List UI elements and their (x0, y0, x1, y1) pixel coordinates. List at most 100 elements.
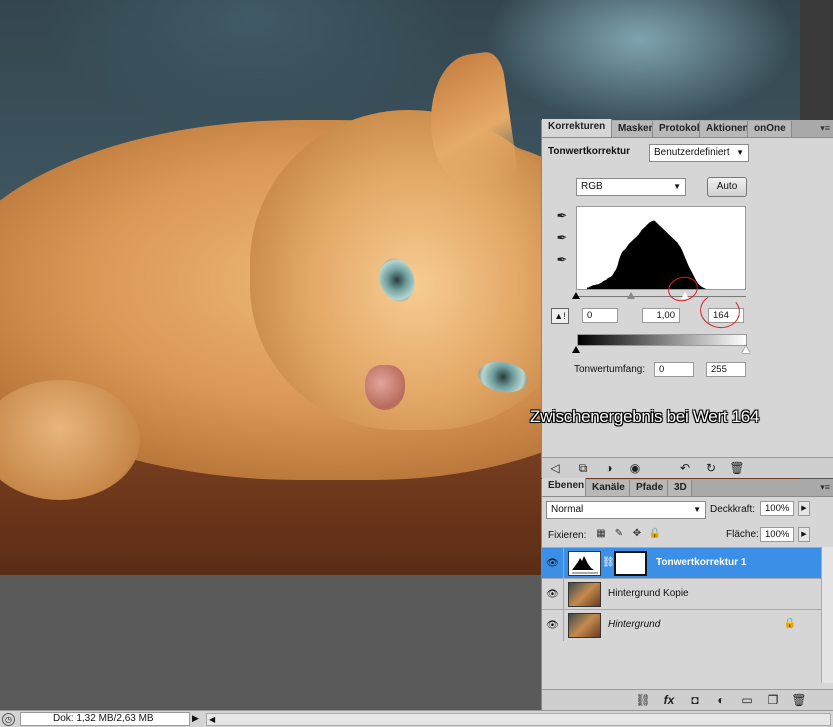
auto-button[interactable]: Auto (707, 177, 747, 197)
channel-select[interactable]: RGB ▼ (576, 178, 686, 196)
fill-field[interactable]: 100% (760, 527, 794, 542)
eye-icon[interactable]: 👁 (542, 548, 564, 579)
chevron-down-icon: ▼ (673, 182, 681, 191)
preset-select[interactable]: Benutzerdefiniert ▼ (649, 144, 749, 162)
fill-arrow-icon[interactable]: ▶ (798, 527, 810, 542)
lock-label: Fixieren: (548, 530, 587, 541)
adjustments-panel: Korrekturen Masken Protokoll Aktionen on… (530, 119, 833, 478)
output-black-field[interactable]: 0 (654, 362, 694, 377)
clipping-warning-icon[interactable]: ▲! (551, 308, 569, 324)
tab-kanaele[interactable]: Kanäle (586, 480, 630, 496)
layer-row-hintergrund[interactable]: 👁 Hintergrund 🔒 (542, 609, 822, 641)
fx-icon[interactable]: fx (660, 692, 678, 708)
slider-track (576, 296, 746, 297)
expand-view-icon[interactable]: ⧉ (574, 460, 592, 476)
back-arrow-icon[interactable]: ◁ (546, 460, 564, 476)
black-point-handle[interactable] (572, 292, 580, 299)
channel-value: RGB (581, 181, 603, 192)
lock-icon: 🔒 (783, 618, 796, 629)
link-icon[interactable]: ⛓ (602, 557, 615, 568)
output-white-field[interactable]: 255 (706, 362, 746, 377)
eye-icon[interactable]: 👁 (542, 610, 564, 641)
panel-menu-icon[interactable]: ▾≡ (820, 482, 830, 493)
adjustment-layer-icon[interactable]: ◐ (712, 692, 730, 708)
opacity-label: Deckkraft: (710, 504, 756, 515)
adjustment-title: Tonwertkorrektur (548, 146, 631, 157)
photo-thumbnail (568, 613, 601, 638)
output-black-handle[interactable] (572, 346, 580, 353)
levels-histogram-icon (572, 556, 598, 574)
chevron-down-icon: ▼ (736, 148, 744, 157)
layers-toolbar: ⛓ fx ◘ ◐ ▭ ❐ 🗑 (542, 689, 833, 710)
lock-all-icon[interactable]: 🔒 (648, 527, 662, 541)
scroll-left-icon[interactable]: ◀ (209, 714, 215, 725)
gray-eyedropper-icon[interactable]: ✒ (554, 230, 570, 246)
horizontal-scrollbar[interactable]: ◀ (206, 713, 831, 726)
output-levels-label: Tonwertumfang: (574, 364, 646, 375)
levels-thumbnail-icon (568, 551, 601, 576)
black-eyedropper-icon[interactable]: ✒ (554, 208, 570, 224)
output-white-handle[interactable] (742, 346, 750, 353)
tab-pfade[interactable]: Pfade (630, 480, 668, 496)
adjustments-toolbar: ◁ ⧉ ◑ ◉ ↶ ↻ 🗑 (542, 457, 833, 478)
tab-3d[interactable]: 3D (668, 480, 692, 496)
output-gradient (577, 334, 747, 346)
histogram (576, 206, 746, 290)
panel-menu-icon[interactable]: ▾≡ (820, 123, 830, 134)
tab-protokoll[interactable]: Protokoll (653, 121, 700, 137)
clip-to-layer-icon[interactable]: ◑ (600, 460, 618, 476)
document-info[interactable]: Dok: 1,32 MB/2,63 MB (20, 712, 190, 726)
tab-onone[interactable]: onOne (748, 121, 792, 137)
input-white-field[interactable]: 164 (708, 308, 744, 323)
lock-transparent-icon[interactable]: ▦ (594, 527, 608, 541)
output-levels-slider[interactable] (572, 346, 750, 356)
lock-move-icon[interactable]: ✥ (630, 527, 644, 541)
chevron-down-icon: ▼ (693, 505, 701, 514)
preset-value: Benutzerdefiniert (654, 147, 730, 158)
trash-icon[interactable]: 🗑 (790, 692, 808, 708)
tab-ebenen[interactable]: Ebenen (542, 478, 586, 496)
photo-cat-nose (365, 365, 405, 410)
opacity-arrow-icon[interactable]: ▶ (798, 501, 810, 516)
status-menu-arrow-icon[interactable]: ▶ (192, 713, 199, 724)
photoshop-window: Korrekturen Masken Protokoll Aktionen on… (0, 0, 833, 727)
status-bar: ◷ Dok: 1,32 MB/2,63 MB ▶ ◀ (0, 710, 833, 727)
layer-mask-thumbnail[interactable] (614, 551, 647, 576)
opacity-field[interactable]: 100% (760, 501, 794, 516)
tab-korrekturen[interactable]: Korrekturen (542, 119, 612, 137)
view-previous-icon[interactable]: ↶ (676, 460, 694, 476)
visibility-icon[interactable]: ◉ (626, 460, 644, 476)
layer-row-tonwertkorrektur[interactable]: 👁 ⛓ Tonwertkorrektur 1 (542, 547, 822, 579)
canvas-background-strip (800, 0, 833, 120)
trash-icon[interactable]: 🗑 (728, 460, 746, 476)
blend-mode-value: Normal (551, 504, 584, 515)
eye-icon[interactable]: 👁 (542, 579, 564, 610)
tab-aktionen[interactable]: Aktionen (700, 121, 748, 137)
input-gamma-field[interactable]: 1,00 (642, 308, 680, 323)
lock-brush-icon[interactable]: ✎ (612, 527, 626, 541)
input-levels-slider[interactable] (572, 290, 746, 302)
white-eyedropper-icon[interactable]: ✒ (554, 252, 570, 268)
link-layers-icon[interactable]: ⛓ (634, 692, 652, 708)
layers-tabbar: Ebenen Kanäle Pfade 3D ▾≡ (542, 478, 833, 497)
overlay-caption: Zwischenergebnis bei Wert 164 (530, 407, 760, 426)
layer-name[interactable]: Tonwertkorrektur 1 (656, 557, 746, 568)
layers-panel: Ebenen Kanäle Pfade 3D ▾≡ Normal ▼ Deckk… (541, 478, 833, 710)
layers-scrollbar[interactable] (821, 547, 833, 683)
new-layer-icon[interactable]: ❐ (764, 692, 782, 708)
tab-masken[interactable]: Masken (612, 121, 653, 137)
gamma-handle[interactable] (626, 292, 635, 299)
zoom-icon[interactable]: ◷ (2, 713, 15, 726)
white-point-handle[interactable] (681, 292, 690, 299)
layer-name[interactable]: Hintergrund (608, 619, 660, 630)
layer-row-hintergrund-kopie[interactable]: 👁 Hintergrund Kopie (542, 578, 822, 610)
histogram-shape (586, 220, 708, 289)
layer-name[interactable]: Hintergrund Kopie (608, 588, 689, 599)
input-black-field[interactable]: 0 (582, 308, 618, 323)
group-folder-icon[interactable]: ▭ (738, 692, 756, 708)
adjustments-tabbar: Korrekturen Masken Protokoll Aktionen on… (542, 119, 833, 138)
add-mask-icon[interactable]: ◘ (686, 692, 704, 708)
photo-thumbnail (568, 582, 601, 607)
reset-icon[interactable]: ↻ (702, 460, 720, 476)
blend-mode-select[interactable]: Normal ▼ (546, 501, 706, 519)
